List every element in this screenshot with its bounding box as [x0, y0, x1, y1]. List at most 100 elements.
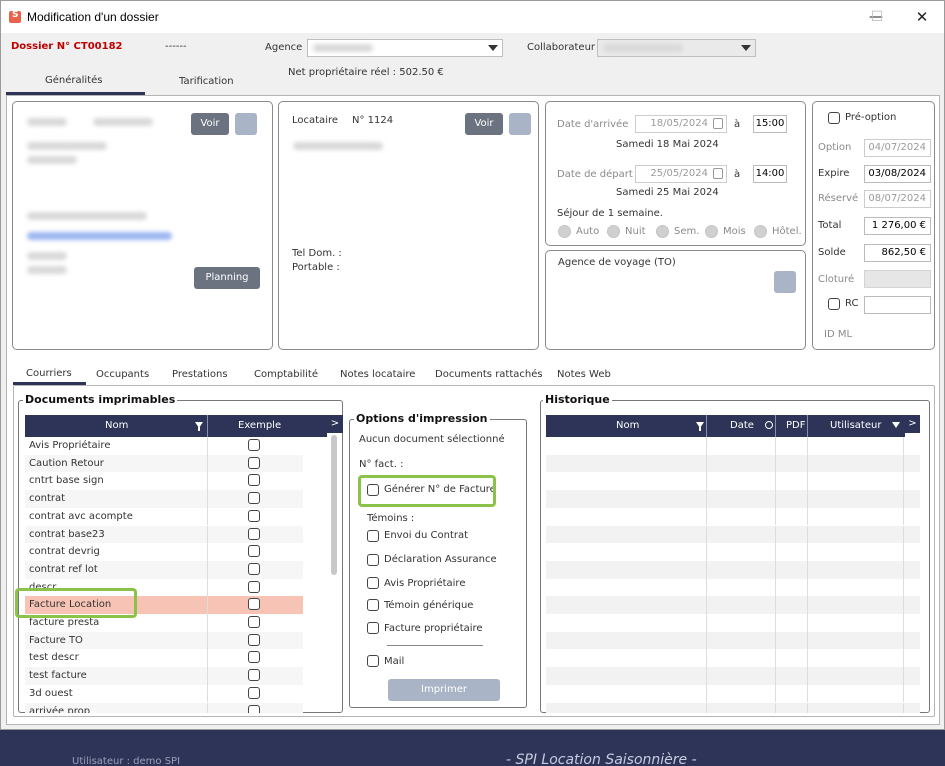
exemple-checkbox[interactable] [248, 492, 260, 505]
document-row[interactable]: Facture TO [25, 631, 303, 650]
collaborateur-select[interactable] [597, 39, 756, 57]
document-row[interactable]: test descr [25, 649, 303, 668]
rc-checkbox[interactable] [828, 298, 840, 310]
document-row[interactable]: 3d ouest [25, 684, 303, 703]
col-divider [903, 631, 904, 650]
document-row[interactable]: test facture [25, 667, 303, 685]
document-row[interactable]: contrat avc acompte [25, 507, 303, 526]
proprietaire-panel: Voir Planning [12, 101, 273, 350]
exemple-checkbox[interactable] [248, 562, 260, 575]
agence-select[interactable] [307, 39, 503, 57]
voir-locataire-button[interactable]: Voir [465, 113, 503, 135]
redacted-text [27, 142, 107, 150]
facture-proprietaire-checkbox[interactable] [367, 622, 379, 634]
document-row[interactable]: Caution Retour [25, 454, 303, 473]
envoi-contrat-checkbox[interactable] [367, 530, 379, 542]
radio-hotel[interactable] [754, 225, 767, 238]
radio-sem[interactable] [656, 225, 669, 238]
exemple-checkbox[interactable] [248, 633, 260, 646]
avis-proprietaire-checkbox[interactable] [367, 577, 379, 589]
hist-col-date[interactable]: Date [730, 420, 754, 431]
exemple-checkbox[interactable] [248, 651, 260, 664]
hist-scroll-right[interactable]: > [905, 415, 920, 433]
close-button[interactable]: ✕ [907, 7, 937, 27]
exemple-checkbox[interactable] [248, 669, 260, 682]
col-divider [807, 684, 808, 703]
subtab-occupants[interactable]: Occupants [96, 369, 149, 380]
radio-mois[interactable] [705, 225, 718, 238]
document-row[interactable]: cntrt base sign [25, 472, 303, 491]
col-divider [775, 702, 776, 713]
search-icon[interactable] [765, 421, 773, 429]
heure-arrivee-field[interactable]: 15:00 [753, 115, 787, 133]
document-row[interactable]: arrivée prop [25, 702, 303, 713]
heure-depart-field[interactable]: 14:00 [753, 165, 787, 183]
exemple-checkbox[interactable] [248, 474, 260, 487]
document-row[interactable]: contrat ref lot [25, 560, 303, 579]
exemple-checkbox[interactable] [248, 509, 260, 522]
col-exemple[interactable]: Exemple [238, 420, 281, 431]
exemple-checkbox[interactable] [248, 527, 260, 540]
filter-icon[interactable] [892, 422, 900, 428]
exemple-checkbox[interactable] [248, 686, 260, 699]
radio-nuit[interactable] [607, 225, 620, 238]
rc-field[interactable] [864, 296, 931, 314]
col-divider [903, 560, 904, 579]
radio-auto[interactable] [558, 225, 571, 238]
col-divider [207, 684, 208, 703]
subtab-comptabilite[interactable]: Comptabilité [254, 369, 318, 380]
declaration-assurance-checkbox[interactable] [367, 554, 379, 566]
calendar-icon[interactable] [713, 118, 723, 129]
tab-generalites[interactable]: Généralités [45, 75, 102, 86]
preoption-checkbox[interactable] [828, 112, 840, 124]
col-divider [807, 596, 808, 614]
hist-col-pdf[interactable]: PDF [786, 420, 805, 431]
temoin-generique-checkbox[interactable] [367, 599, 379, 611]
envoi-contrat-label: Envoi du Contrat [384, 530, 469, 541]
extra-button[interactable] [235, 113, 257, 135]
option-field[interactable]: 04/07/2024 [864, 139, 931, 157]
docs-scroll-right[interactable]: > [327, 415, 343, 433]
document-name: Facture TO [29, 634, 83, 646]
tab-tarification[interactable]: Tarification [179, 76, 234, 87]
radio-auto-label: Auto [576, 226, 600, 237]
voir-button[interactable]: Voir [191, 113, 229, 135]
exemple-checkbox[interactable] [248, 616, 260, 628]
exemple-checkbox[interactable] [248, 545, 260, 558]
agence-voyage-button[interactable] [774, 271, 796, 293]
calendar-icon[interactable] [713, 168, 723, 179]
extra-locataire-button[interactable] [509, 113, 531, 135]
historique-row [546, 560, 920, 579]
reserve-field[interactable]: 08/07/2024 [864, 190, 931, 208]
planning-button[interactable]: Planning [194, 267, 260, 289]
document-row[interactable]: contrat base23 [25, 525, 303, 544]
exemple-checkbox[interactable] [248, 580, 260, 593]
mail-checkbox[interactable] [367, 655, 379, 667]
expire-field[interactable]: 03/08/2024 [864, 165, 931, 183]
document-row[interactable]: contrat devrig [25, 543, 303, 561]
hist-col-nom[interactable]: Nom [616, 420, 639, 431]
exemple-checkbox[interactable] [248, 456, 260, 469]
document-row[interactable]: contrat [25, 490, 303, 508]
subtab-notes-web[interactable]: Notes Web [557, 369, 611, 380]
subtab-notes-locataire[interactable]: Notes locataire [340, 369, 415, 380]
subtab-prestations[interactable]: Prestations [172, 369, 228, 380]
col-nom[interactable]: Nom [105, 420, 128, 431]
col-divider [903, 578, 904, 597]
exemple-checkbox[interactable] [248, 439, 260, 451]
historique-row [546, 649, 920, 668]
solde-field[interactable]: 862,50 € [864, 244, 931, 262]
imprimer-button[interactable]: Imprimer [388, 679, 500, 701]
exemple-checkbox[interactable] [248, 704, 260, 713]
exemple-checkbox[interactable] [248, 598, 260, 611]
document-row[interactable]: Avis Propriétaire [25, 437, 303, 455]
docs-scrollbar[interactable] [331, 435, 337, 575]
hist-col-utilisateur[interactable]: Utilisateur [830, 420, 881, 431]
col-divider [706, 472, 707, 491]
subtab-courriers[interactable]: Courriers [26, 368, 72, 379]
subtab-documents-rattaches[interactable]: Documents rattachés [435, 369, 543, 380]
documents-title: Documents imprimables [23, 393, 178, 406]
total-field[interactable]: 1 276,00 € [864, 217, 931, 235]
col-divider [807, 472, 808, 491]
maximize-button[interactable]: ☐ [862, 7, 892, 27]
